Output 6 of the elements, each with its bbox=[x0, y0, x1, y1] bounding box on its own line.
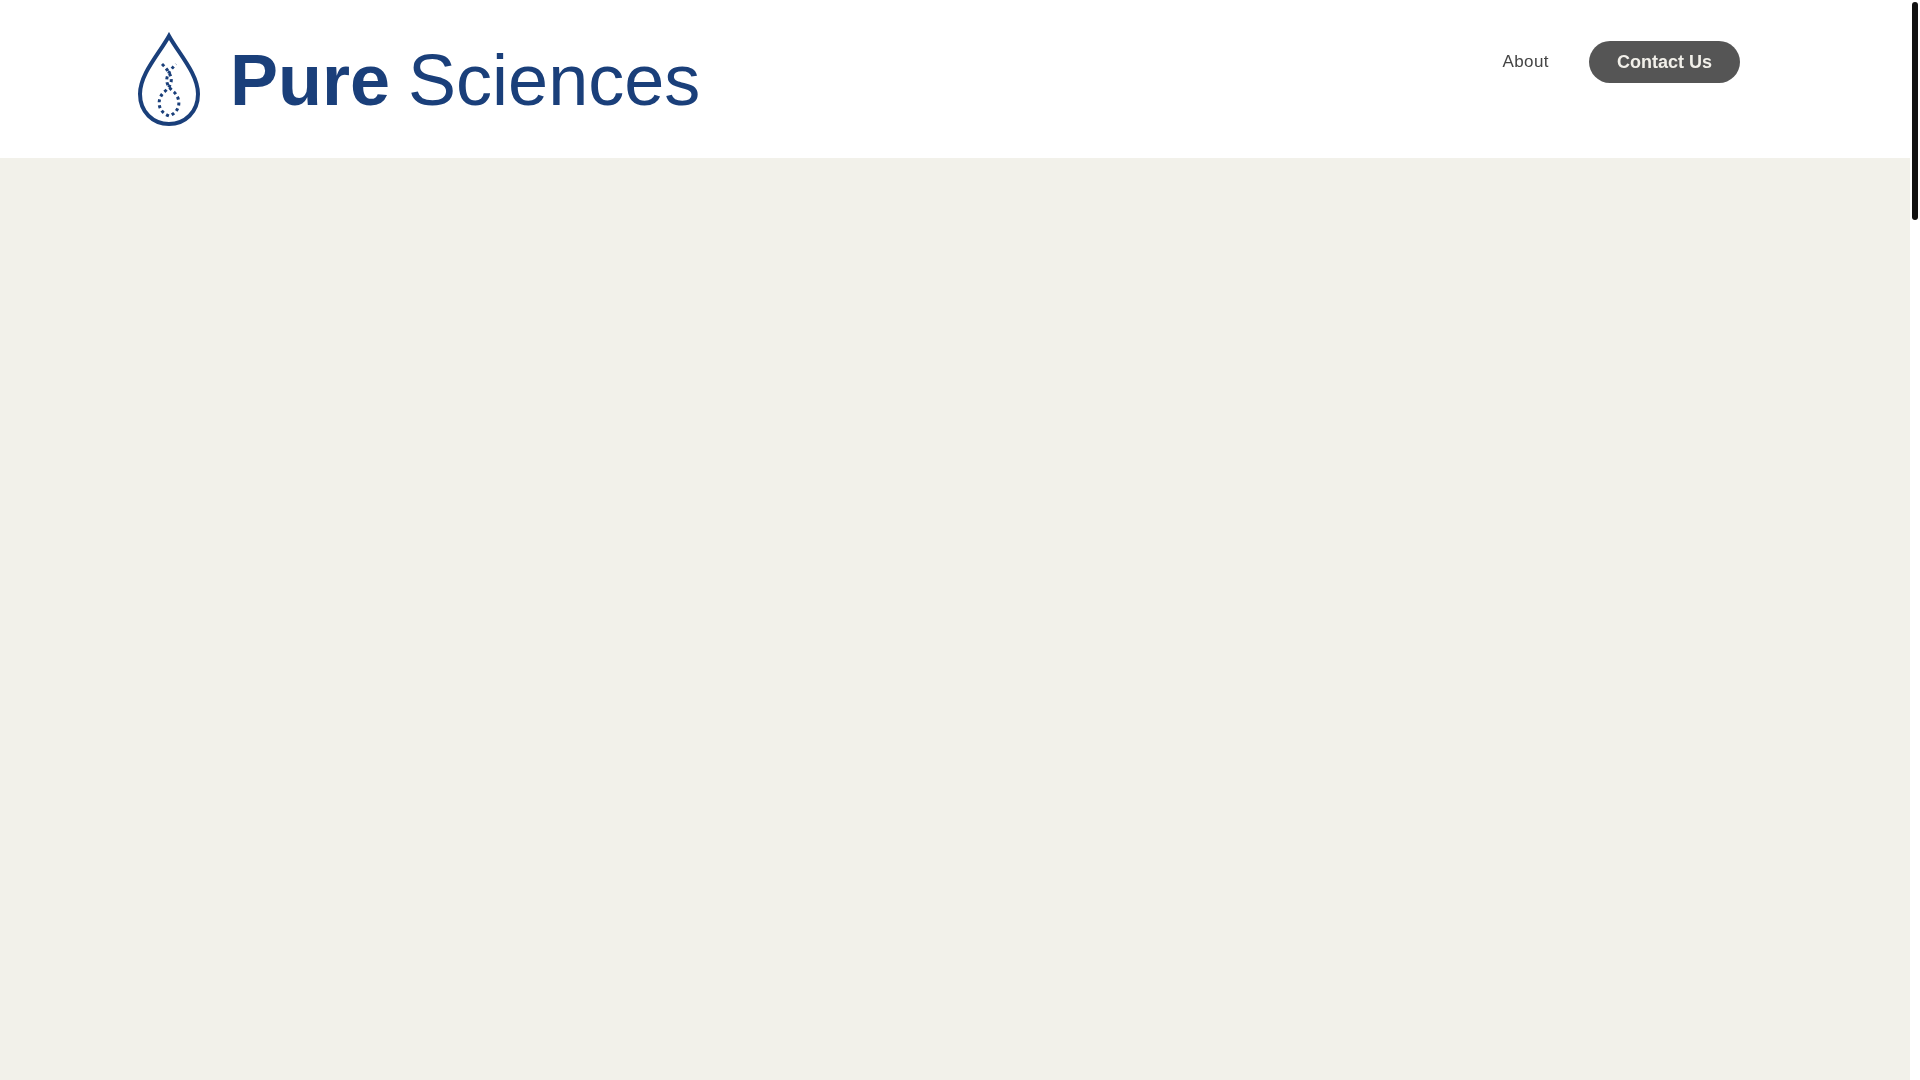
logo[interactable]: Pure Sciences bbox=[134, 32, 701, 128]
nav-link[interactable]: About bbox=[1502, 49, 1549, 75]
logo-text: Sciences bbox=[408, 44, 701, 116]
contact-button[interactable]: Contact Us bbox=[1589, 41, 1740, 83]
scrollbar-thumb[interactable] bbox=[1912, 2, 1918, 220]
logo-text: Pure bbox=[230, 44, 391, 116]
